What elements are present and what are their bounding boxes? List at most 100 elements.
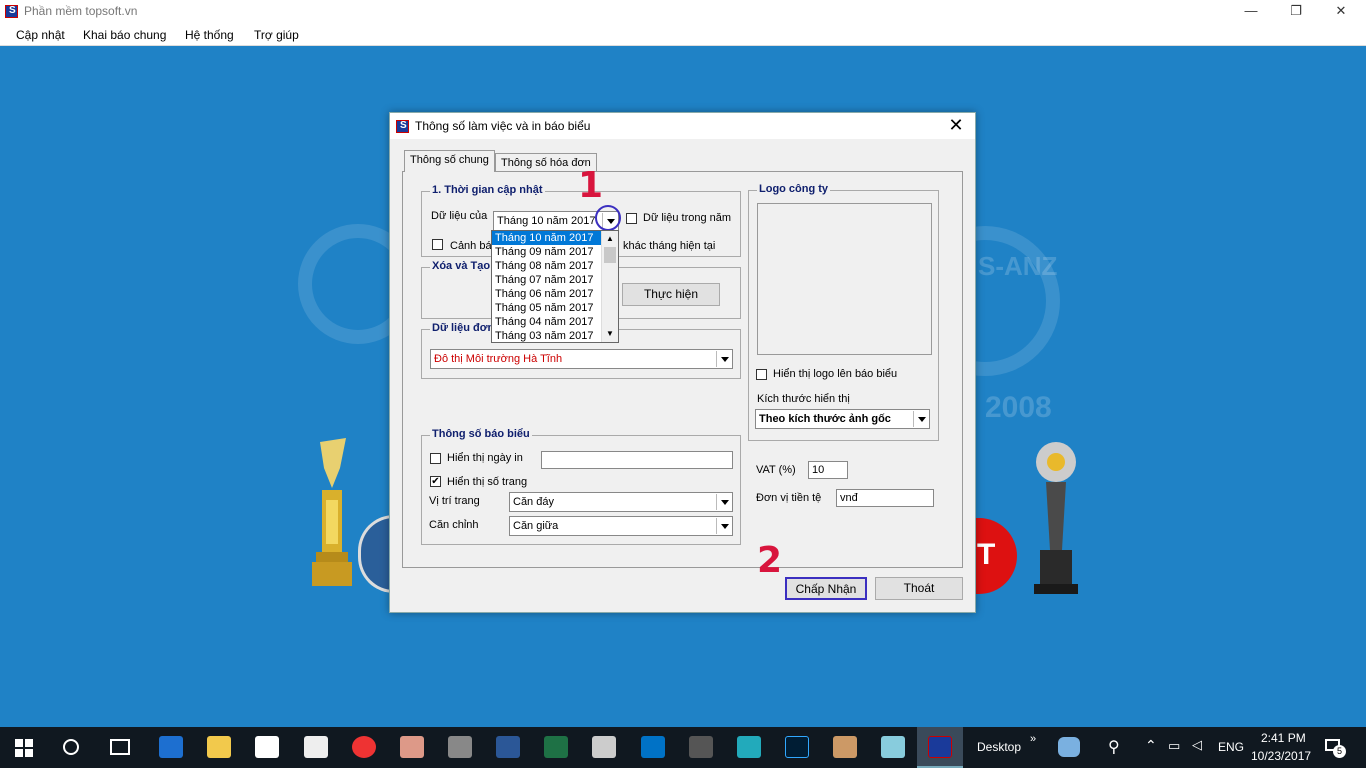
chevron-icon[interactable]: » [1030,733,1036,745]
clock-date[interactable]: 10/23/2017 [1251,749,1311,763]
app-icon[interactable] [400,736,424,758]
file-explorer-icon[interactable] [207,736,231,758]
show-logo-checkbox[interactable] [756,369,767,380]
chrome-icon[interactable] [352,736,376,758]
month-option[interactable]: Tháng 07 năm 2017 [492,273,618,287]
menu-he-thong[interactable]: Hệ thống [185,28,234,42]
month-option[interactable]: Tháng 10 năm 2017 [492,231,601,245]
page-position-label: Vị trí trang [429,495,480,507]
data-in-year-checkbox[interactable] [626,213,637,224]
show-page-number-checkbox[interactable]: ✔ [430,476,441,487]
chevron-down-icon[interactable] [716,518,731,534]
unit-combobox[interactable]: Đô thị Môi trường Hà Tĩnh [430,349,733,369]
month-combobox-value: Tháng 10 năm 2017 [497,215,596,227]
volume-icon[interactable]: ◁ [1192,737,1202,753]
menu-cap-nhat[interactable]: Cập nhật [16,28,65,42]
app-icon[interactable] [881,736,905,758]
month-option[interactable]: Tháng 08 năm 2017 [492,259,618,273]
clock-time[interactable]: 2:41 PM [1261,731,1306,745]
month-option[interactable]: Tháng 09 năm 2017 [492,245,618,259]
chevron-down-icon[interactable] [716,494,731,510]
align-combobox[interactable]: Căn giữa [509,516,733,536]
window-title: Phần mềm topsoft.vn [24,4,138,18]
accept-button[interactable]: Chấp Nhận [785,577,867,600]
task-view-icon[interactable] [110,739,130,755]
group-delete-title: Xóa và Tạo [430,260,493,272]
align-value: Căn giữa [513,520,559,532]
month-option[interactable]: Tháng 03 năm 2017 [492,329,618,343]
warning-checkbox[interactable] [432,239,443,250]
store-icon[interactable] [255,736,279,758]
month-dropdown-list: Tháng 10 năm 2017 Tháng 09 năm 2017 Thán… [491,230,619,343]
search-icon[interactable] [63,739,79,755]
app-icon[interactable] [689,736,713,758]
data-in-year-label: Dữ liệu trong năm [643,212,732,224]
edge-icon[interactable] [159,736,183,758]
language-indicator[interactable]: ENG [1218,740,1244,754]
excel-icon[interactable] [544,736,568,758]
tools-icon[interactable] [448,736,472,758]
execute-button[interactable]: Thực hiện [622,283,720,306]
annotation-circle [595,205,621,231]
exit-button[interactable]: Thoát [875,577,963,600]
title-bar: Phần mềm topsoft.vn — ❐ ✕ [0,0,1366,24]
dropdown-scrollbar[interactable]: ▲ ▼ [601,231,618,342]
network-icon[interactable]: ▭ [1168,738,1180,754]
currency-input[interactable]: vnđ [836,489,934,507]
group-report-title: Thông số báo biểu [430,428,532,440]
notification-icon[interactable]: 5 [1325,737,1346,758]
group-unit-title: Dữ liệu đơn [430,322,497,334]
display-size-combobox[interactable]: Theo kích thước ảnh gốc [755,409,930,429]
display-size-value: Theo kích thước ảnh gốc [759,413,891,425]
display-size-label: Kích thước hiển thị [757,393,850,405]
chevron-down-icon[interactable] [716,351,731,367]
show-print-date-checkbox[interactable] [430,453,441,464]
unit-combobox-value: Đô thị Môi trường Hà Tĩnh [434,353,563,365]
photoshop-icon[interactable] [785,736,809,758]
print-date-input[interactable] [541,451,733,469]
menu-tro-giup[interactable]: Trợ giúp [254,28,299,42]
restore-button[interactable]: ❐ [1273,0,1319,24]
chevron-up-icon[interactable]: ⌃ [1145,737,1157,754]
word-icon[interactable] [496,736,520,758]
vat-input[interactable]: 10 [808,461,848,479]
group-logo-title: Logo công ty [757,183,831,195]
year-watermark: 2008 [985,391,1052,424]
tab-general-settings[interactable]: Thông số chung [404,150,495,172]
warning-label-right: khác tháng hiện tại [623,240,716,252]
month-option[interactable]: Tháng 06 năm 2017 [492,287,618,301]
windows-start-icon[interactable] [15,739,33,757]
logo-preview-box[interactable] [757,203,932,355]
dialog-close-button[interactable]: ✕ [945,115,967,136]
chevron-down-icon[interactable] [913,411,928,427]
menu-bar: Cập nhật Khai báo chung Hệ thống Trợ giú… [0,24,1366,46]
tab-panel: 1. Thời gian cập nhật Dữ liệu của Tháng … [402,171,963,568]
close-window-button[interactable]: ✕ [1318,0,1364,24]
outlook-icon[interactable] [641,736,665,758]
scroll-up-icon[interactable]: ▲ [606,234,614,243]
watermark-text: S-ANZ [978,251,1058,281]
app-icon[interactable] [737,736,761,758]
minimize-button[interactable]: — [1228,0,1274,24]
app-logo-icon [5,5,18,18]
month-option[interactable]: Tháng 05 năm 2017 [492,301,618,315]
menu-khai-bao-chung[interactable]: Khai báo chung [83,28,166,42]
assistant-icon[interactable] [1058,737,1080,757]
annotation-2: 2 [757,540,783,581]
vat-label: VAT (%) [756,464,796,476]
show-logo-label: Hiển thị logo lên báo biểu [773,368,898,380]
people-icon[interactable]: ⚲ [1108,737,1120,757]
scroll-thumb[interactable] [604,247,616,263]
app-icon[interactable] [592,736,616,758]
group-company-logo: Logo công ty Hiển thị logo lên báo biểu … [748,183,939,441]
page-position-combobox[interactable]: Căn đáy [509,492,733,512]
paint-icon[interactable] [833,736,857,758]
month-option[interactable]: Tháng 04 năm 2017 [492,315,618,329]
mail-icon[interactable] [304,736,328,758]
show-page-number-label: Hiển thị số trang [447,476,528,488]
scroll-down-icon[interactable]: ▼ [606,329,614,338]
desktop-toolbar-label[interactable]: Desktop [977,740,1021,754]
show-print-date-label: Hiển thị ngày in [447,452,523,464]
topsoft-taskbar-button[interactable] [917,727,963,768]
notification-count: 5 [1333,745,1346,758]
